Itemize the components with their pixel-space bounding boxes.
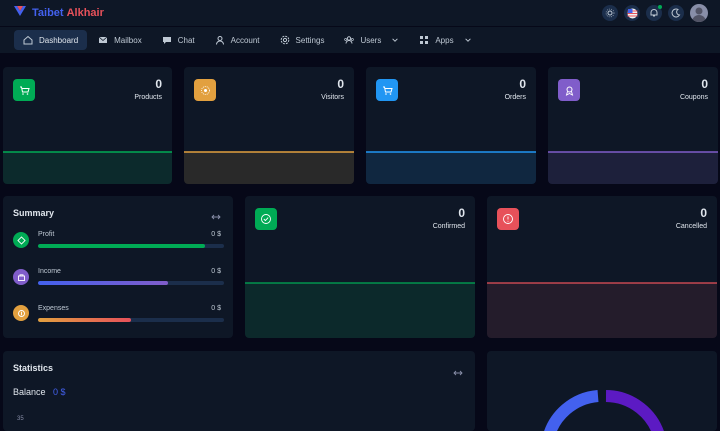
expand-icon[interactable] — [211, 208, 221, 226]
notification-bell-icon[interactable] — [646, 5, 662, 21]
menu-label: Settings — [295, 35, 325, 45]
progress-track — [38, 244, 224, 248]
ticket-icon — [558, 79, 580, 101]
stat-card-visitors: 0 Visitors — [184, 67, 354, 184]
stat-card-orders: 0 Orders — [366, 67, 536, 184]
status-label: Cancelled — [675, 223, 707, 230]
status-label: Confirmed — [432, 223, 465, 230]
status-value: 0 — [458, 206, 465, 220]
brand-name-first: Taibet — [32, 6, 64, 19]
cancel-icon — [497, 208, 519, 230]
stat-card-coupons: 0 Coupons — [548, 67, 718, 184]
sparkline-area — [487, 282, 717, 338]
sparkline-area — [366, 151, 536, 184]
summary-row-label: Expenses — [38, 305, 69, 312]
summary-row-value: 0 $ — [211, 231, 221, 238]
menu-item-users[interactable]: Users — [335, 30, 408, 50]
balance-row: Balance 0 $ — [13, 387, 66, 397]
menu-item-account[interactable]: Account — [206, 30, 269, 50]
summary-row-value: 0 $ — [211, 268, 221, 275]
stat-label: Visitors — [321, 94, 344, 101]
menu-label: Dashboard — [39, 35, 79, 45]
menu-item-mailbox[interactable]: Mailbox — [89, 30, 151, 50]
progress-fill — [38, 244, 206, 248]
menu-label: Apps — [435, 35, 454, 45]
sparkline-area — [3, 151, 172, 184]
home-icon — [23, 35, 33, 45]
cancelled-card: 0 Cancelled — [487, 196, 717, 338]
stat-value: 0 — [701, 77, 708, 91]
menu-item-apps[interactable]: Apps — [410, 30, 480, 50]
donut-chart-card — [487, 351, 717, 431]
stat-value: 0 — [337, 77, 344, 91]
expenses-icon — [13, 305, 29, 321]
status-value: 0 — [700, 206, 707, 220]
income-icon — [13, 269, 29, 285]
chevron-down-icon — [464, 38, 471, 42]
progress-track — [38, 318, 224, 322]
confirmed-card: 0 Confirmed — [245, 196, 475, 338]
notification-dot — [658, 5, 662, 9]
main-menu: Dashboard Mailbox Chat Account Settings … — [14, 30, 481, 50]
brand-name-second: Alkhair — [66, 6, 104, 19]
bag-icon — [376, 79, 398, 101]
v-logo-icon — [14, 6, 26, 19]
menu-label: Mailbox — [114, 35, 142, 45]
top-bar: Taibet Alkhair — [0, 0, 720, 26]
stat-label: Orders — [504, 94, 526, 101]
sparkline-area — [548, 151, 718, 184]
summary-card: Summary Profit 0 $ Income 0 $ Expenses 0… — [3, 196, 233, 338]
donut-chart — [544, 390, 664, 431]
menu-item-dashboard[interactable]: Dashboard — [14, 30, 88, 50]
statistics-title: Statistics — [13, 363, 54, 373]
menu-label: Users — [360, 35, 382, 45]
users-icon — [344, 36, 355, 44]
user-avatar[interactable] — [690, 4, 708, 22]
summary-row-label: Income — [38, 268, 61, 275]
stat-label: Products — [134, 94, 162, 101]
menu-item-settings[interactable]: Settings — [271, 30, 334, 50]
sparkline-area — [184, 151, 354, 184]
statistics-card: Statistics Balance 0 $ 35 — [3, 351, 475, 431]
expand-icon[interactable] — [453, 364, 463, 382]
progress-track — [38, 281, 224, 285]
stat-card-products: 0 Products — [3, 67, 172, 184]
stat-value: 0 — [155, 77, 162, 91]
menu-label: Account — [230, 35, 260, 45]
apps-icon — [420, 36, 429, 44]
chevron-down-icon — [392, 38, 399, 42]
stat-label: Coupons — [679, 94, 708, 101]
menu-item-chat[interactable]: Chat — [153, 30, 204, 50]
brand[interactable]: Taibet Alkhair — [14, 6, 104, 19]
main-menu-bar: Dashboard Mailbox Chat Account Settings … — [0, 27, 720, 53]
eye-icon — [194, 79, 216, 101]
summary-title: Summary — [13, 208, 55, 218]
theme-icon[interactable] — [602, 5, 618, 21]
topbar-actions — [602, 4, 708, 22]
balance-value: 0 $ — [53, 387, 66, 397]
cart-icon — [13, 79, 35, 101]
summary-row-value: 0 $ — [211, 305, 221, 312]
profit-icon — [13, 232, 29, 248]
y-axis-tick: 35 — [17, 416, 24, 422]
sparkline-area — [245, 282, 475, 338]
user-icon — [215, 36, 224, 45]
menu-label: Chat — [177, 35, 195, 45]
summary-row-label: Profit — [38, 231, 55, 238]
flag-icon[interactable] — [624, 5, 640, 21]
progress-fill — [38, 281, 169, 285]
chat-icon — [162, 37, 171, 44]
progress-fill — [38, 318, 131, 322]
balance-label: Balance — [13, 387, 46, 397]
gear-icon — [280, 35, 289, 45]
stat-value: 0 — [519, 77, 526, 91]
check-icon — [255, 208, 277, 230]
mail-icon — [98, 36, 108, 43]
moon-icon[interactable] — [668, 5, 684, 21]
